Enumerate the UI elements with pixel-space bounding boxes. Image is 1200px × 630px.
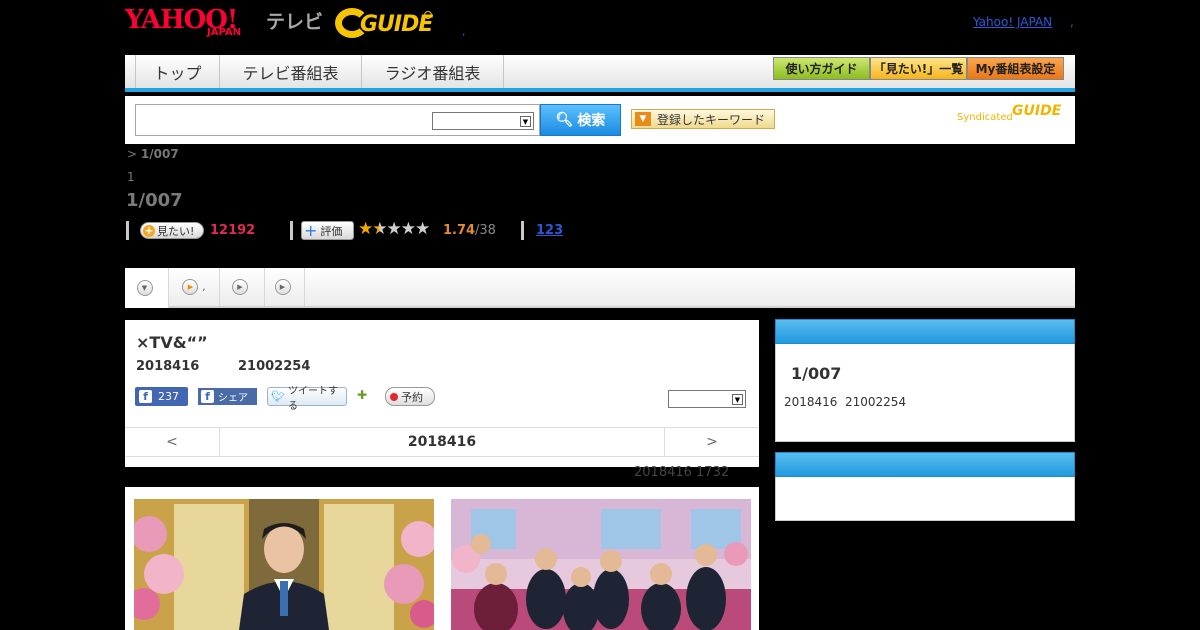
reserve-label: 予約 <box>401 390 423 404</box>
divider <box>521 221 524 240</box>
chevron-down-icon: ▼ <box>732 394 743 405</box>
nav-tab-top[interactable]: トップ <box>135 55 220 88</box>
broadcast-date: 2018416 <box>136 359 200 374</box>
program-photo[interactable] <box>451 499 751 630</box>
tweet-label: ツイートする <box>287 385 338 412</box>
tab-program-info[interactable]: ▼ <box>125 268 169 308</box>
rating-stars: ★★★★★ <box>358 219 430 239</box>
sidebar-program-date: 2018416 <box>784 395 838 409</box>
plus-icon: + <box>304 220 318 240</box>
tweet-button[interactable]: 🐦︎ ツイートする <box>267 386 347 412</box>
reviews-link[interactable]: 123 <box>536 223 563 238</box>
mitai-button[interactable]: + 見たい! <box>140 222 204 239</box>
search-button-label: 検索 <box>577 113 606 129</box>
chevron-down-icon: ▼ <box>520 116 531 127</box>
syndicated-label: Syndicated <box>957 112 1013 123</box>
sidebar-program-title[interactable]: 1/007 <box>791 364 841 383</box>
sidebar-box <box>775 477 1075 521</box>
tv-logo-label[interactable]: テレビ <box>266 7 323 34</box>
my-schedule-settings-button[interactable]: My番組表設定 <box>967 57 1064 80</box>
syndicated-gguide-logo: GUIDE <box>1012 103 1062 119</box>
star-empty-icon: ★ <box>386 219 402 239</box>
star-half-icon: ★ <box>372 219 387 239</box>
current-date: 2018416 <box>407 434 477 450</box>
search-icon: 🔍︎ <box>555 112 574 128</box>
tab-label: , <box>202 281 206 293</box>
sidebar-box-header <box>775 452 1075 477</box>
usage-guide-button[interactable]: 使い方ガイド <box>773 57 870 80</box>
tab-2[interactable]: ▶ , <box>169 268 220 306</box>
photo-studio-portrait <box>134 499 434 630</box>
registered-keyword-label: 登録したキーワード <box>657 112 766 127</box>
sidebar-program-time: 21002254 <box>845 395 907 409</box>
search-category-select[interactable]: ▼ <box>432 112 534 130</box>
broadcast-time: 21002254 <box>238 359 311 374</box>
content-tab-strip: ▼ ▶ , ▶ ▶ <box>125 268 1075 308</box>
twitter-bird-icon: 🐦︎ <box>271 390 285 403</box>
mitai-count: 12192 <box>210 223 256 238</box>
record-icon <box>390 392 398 401</box>
nav-tab-tv-schedule[interactable]: テレビ番組表 <box>220 55 362 88</box>
facebook-share-button[interactable]: f シェア <box>198 388 257 405</box>
triangle-down-icon: ▼ <box>635 112 651 126</box>
registered-keyword-button[interactable]: ▼ 登録したキーワード <box>631 109 775 129</box>
page-title: 1/007 <box>126 190 183 211</box>
nav-tab-radio-schedule[interactable]: ラジオ番組表 <box>362 55 504 88</box>
star-filled-icon: ★ <box>358 219 373 239</box>
reserve-button[interactable]: 予約 <box>385 387 435 406</box>
breadcrumb: > 1/007 <box>127 147 179 161</box>
header-link-separator: , <box>1070 15 1074 29</box>
rating-button[interactable]: + 評価 <box>301 221 354 240</box>
tab-3[interactable]: ▶ <box>220 268 265 306</box>
facebook-like-count: 237 <box>158 390 179 403</box>
search-button[interactable]: 🔍︎ 検索 <box>540 104 621 136</box>
plus-icon: + <box>143 223 155 237</box>
sidebar-box-header <box>775 319 1075 344</box>
sidebar-box <box>775 344 1075 442</box>
mitai-label: 見たい! <box>157 224 195 238</box>
header-separator: , <box>462 25 466 38</box>
program-photo[interactable] <box>134 499 434 630</box>
program-subtitle: 1 <box>127 170 135 184</box>
next-day-button[interactable]: > <box>664 428 759 456</box>
breadcrumb-current: 1/007 <box>140 147 179 161</box>
divider <box>126 221 129 240</box>
posted-timestamp: 2018416 1732 <box>634 465 730 480</box>
rating-value: 1.74 <box>443 223 476 238</box>
rating-button-label: 評価 <box>320 224 343 238</box>
program-photo-card <box>125 487 443 630</box>
main-nav: トップ テレビ番組表 ラジオ番組表 使い方ガイド 「見たい!」一覧 My番組表設… <box>125 55 1075 92</box>
gguide-logo[interactable]: GUIDE <box>360 12 433 37</box>
tab-4[interactable]: ▶ <box>265 268 305 306</box>
registered-icon <box>424 11 432 19</box>
yahoo-japan-link[interactable]: Yahoo! JAPAN <box>973 15 1052 29</box>
mitai-list-button[interactable]: 「見たい!」一覧 <box>870 57 967 80</box>
facebook-like-button[interactable]: f 237 <box>135 387 188 406</box>
play-icon: ▶ <box>182 279 199 295</box>
star-empty-icon: ★ <box>400 219 416 239</box>
program-photo-card <box>443 487 759 630</box>
bookmark-add-icon[interactable]: ✚ <box>357 388 375 406</box>
program-title: ×TV&“” <box>136 333 208 352</box>
divider <box>290 221 293 240</box>
star-empty-icon: ★ <box>415 219 430 239</box>
rating-count: /38 <box>475 223 496 238</box>
chevron-down-icon: ▼ <box>136 280 153 296</box>
yahoo-japan-logo-sub: JAPAN <box>207 27 241 38</box>
facebook-share-label: シェア <box>218 393 248 404</box>
facebook-icon: f <box>139 390 152 403</box>
breadcrumb-separator: > <box>127 147 138 161</box>
program-action-select[interactable]: ▼ <box>668 390 746 408</box>
play-icon: ▶ <box>274 279 291 295</box>
previous-day-button[interactable]: < <box>125 428 220 456</box>
date-navigation: < 2018416 > <box>125 427 759 457</box>
facebook-icon: f <box>201 390 214 403</box>
photo-studio-group <box>451 499 751 630</box>
play-icon: ▶ <box>232 279 248 295</box>
